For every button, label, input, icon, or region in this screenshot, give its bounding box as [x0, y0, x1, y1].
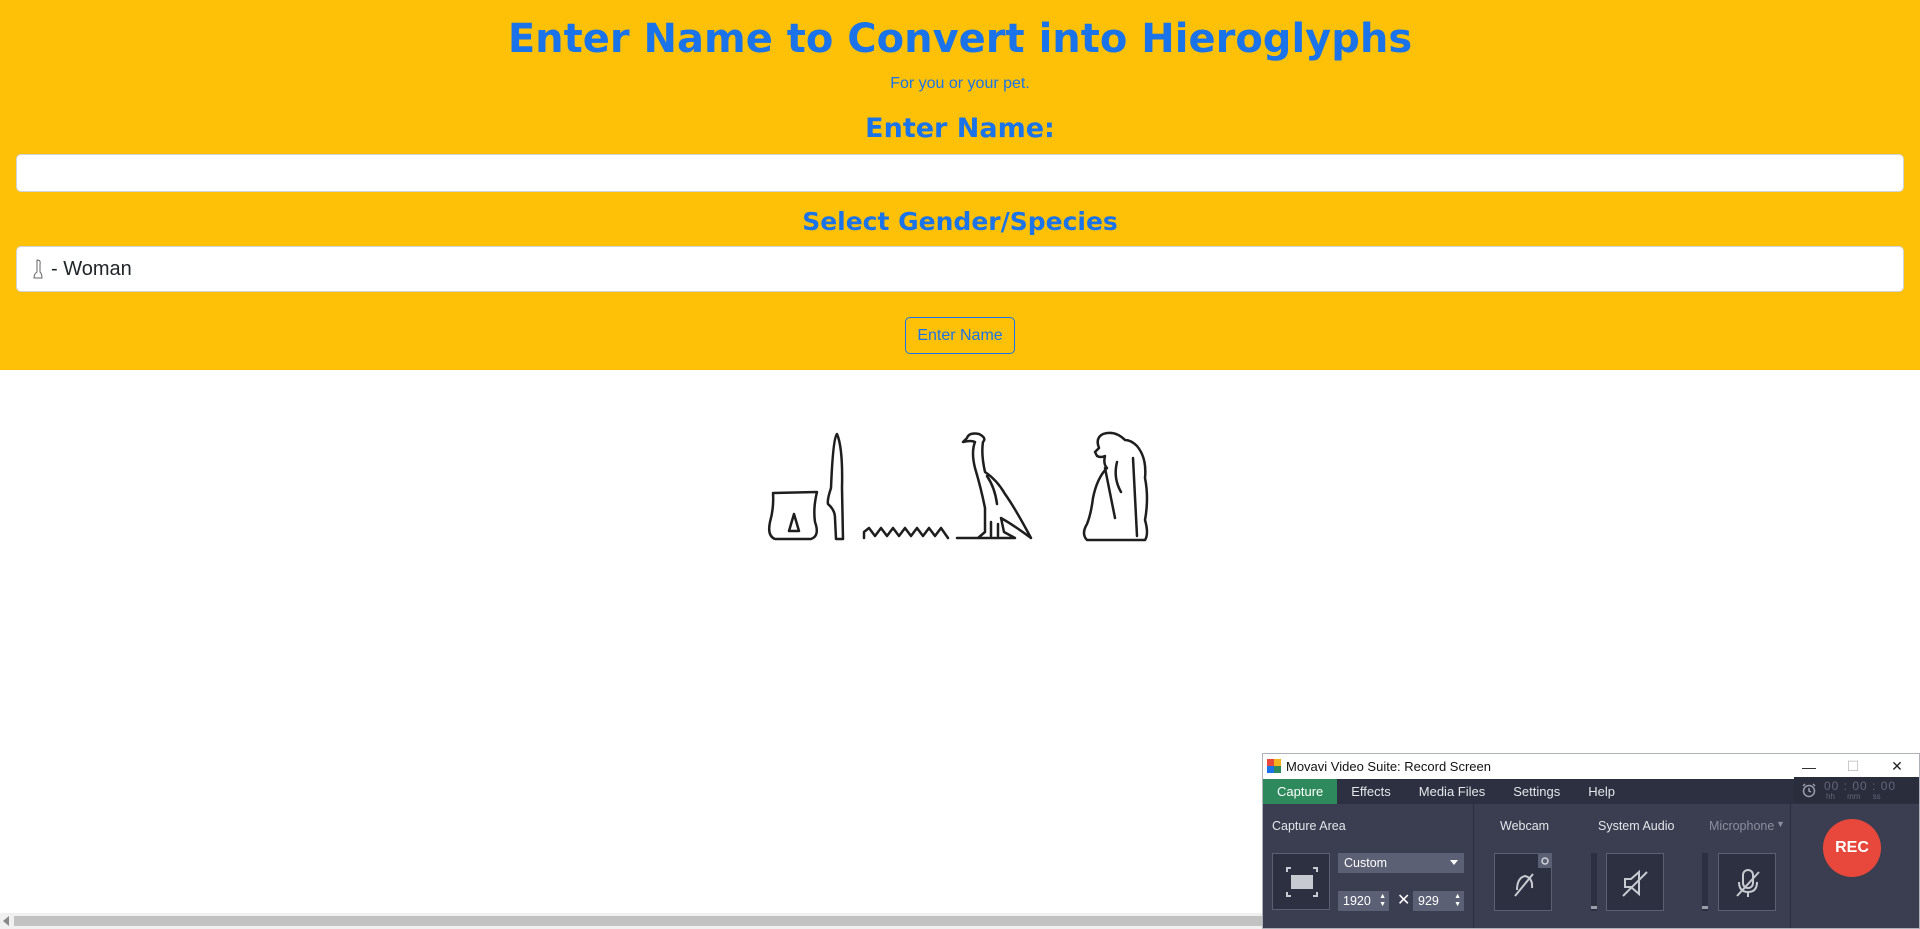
microphone-label: Microphone	[1709, 819, 1775, 833]
tab-help[interactable]: Help	[1574, 779, 1629, 804]
stool-glyph-icon	[767, 490, 819, 541]
tab-media-files[interactable]: Media Files	[1405, 779, 1499, 804]
horizontal-scrollbar[interactable]	[0, 913, 1262, 929]
system-audio-level-meter	[1591, 853, 1597, 911]
reed-leaf-glyph-icon	[826, 432, 845, 541]
capture-area-label: Capture Area	[1272, 819, 1346, 833]
close-icon[interactable]: ✕	[1875, 754, 1919, 779]
maximize-icon[interactable]: ☐	[1831, 754, 1875, 779]
width-spinbox[interactable]: 1920 ▲ ▼	[1338, 891, 1389, 911]
page-title: Enter Name to Convert into Hieroglyphs	[507, 16, 1413, 62]
record-button[interactable]: REC	[1823, 819, 1881, 877]
alarm-clock-icon[interactable]	[1801, 782, 1817, 798]
webcam-off-icon	[1514, 854, 1552, 897]
capture-mode-value: Custom	[1344, 856, 1388, 870]
microphone-chevron-down-icon[interactable]: ▼	[1776, 819, 1785, 829]
recorder-controls: Capture Area Custom 1920 ▲ ▼ ✕ 929 ▲ ▼ Web…	[1263, 777, 1919, 928]
timer-display: 00 : 00 : 00 hh mm ss	[1794, 777, 1919, 803]
microphone-off-icon	[1736, 869, 1760, 897]
recorder-window-title: Movavi Video Suite: Record Screen	[1286, 759, 1491, 774]
gender-selected-value: - Woman	[51, 257, 132, 280]
timer-units: hh mm ss	[1826, 792, 1881, 801]
microphone-toggle[interactable]	[1718, 853, 1776, 911]
width-value: 1920	[1343, 894, 1371, 908]
hieroglyph-result	[767, 431, 1149, 542]
seated-woman-icon	[33, 259, 43, 279]
capture-mode-dropdown[interactable]: Custom	[1338, 853, 1464, 873]
system-audio-label: System Audio	[1598, 819, 1675, 833]
scrollbar-thumb[interactable]	[14, 916, 1262, 926]
system-audio-toggle[interactable]	[1606, 853, 1664, 911]
seated-woman-glyph-icon	[1082, 431, 1149, 542]
capture-area-button[interactable]	[1272, 853, 1330, 910]
speaker-muted-icon	[1622, 869, 1648, 897]
tab-capture[interactable]: Capture	[1263, 779, 1338, 804]
microphone-level-meter	[1702, 853, 1708, 911]
vulture-glyph-icon	[955, 432, 1033, 540]
scroll-left-arrow-icon[interactable]	[3, 916, 9, 926]
name-input[interactable]	[16, 154, 1904, 192]
tab-settings[interactable]: Settings	[1499, 779, 1574, 804]
webcam-label: Webcam	[1500, 819, 1550, 833]
minimize-icon[interactable]: —	[1787, 754, 1831, 779]
gender-select[interactable]: - Woman	[16, 246, 1904, 292]
chevron-down-icon	[1450, 860, 1458, 865]
spin-arrows-icon[interactable]: ▲ ▼	[1454, 893, 1461, 909]
water-ripple-glyph-icon	[862, 526, 950, 540]
spin-arrows-icon[interactable]: ▲ ▼	[1379, 893, 1386, 909]
page-subtitle: For you or your pet.	[890, 75, 1030, 92]
section-divider	[1790, 804, 1791, 928]
timer-value: 00 : 00 : 00	[1824, 779, 1897, 793]
recorder-titlebar: Movavi Video Suite: Record Screen — ☐ ✕	[1263, 754, 1919, 779]
height-value: 929	[1418, 894, 1439, 908]
webcam-toggle[interactable]	[1494, 853, 1552, 911]
gender-label: Select Gender/Species	[802, 207, 1118, 236]
name-form-panel: Enter Name to Convert into Hieroglyphs F…	[0, 0, 1920, 370]
tab-effects[interactable]: Effects	[1337, 779, 1405, 804]
height-spinbox[interactable]: 929 ▲ ▼	[1413, 891, 1464, 911]
enter-name-button[interactable]: Enter Name	[905, 317, 1015, 354]
dimension-separator: ✕	[1397, 892, 1411, 909]
capture-frame-icon	[1286, 867, 1318, 897]
section-divider	[1473, 804, 1474, 928]
recorder-window: Movavi Video Suite: Record Screen — ☐ ✕ …	[1262, 753, 1920, 929]
name-label: Enter Name:	[865, 113, 1055, 144]
movavi-app-icon	[1267, 759, 1281, 773]
